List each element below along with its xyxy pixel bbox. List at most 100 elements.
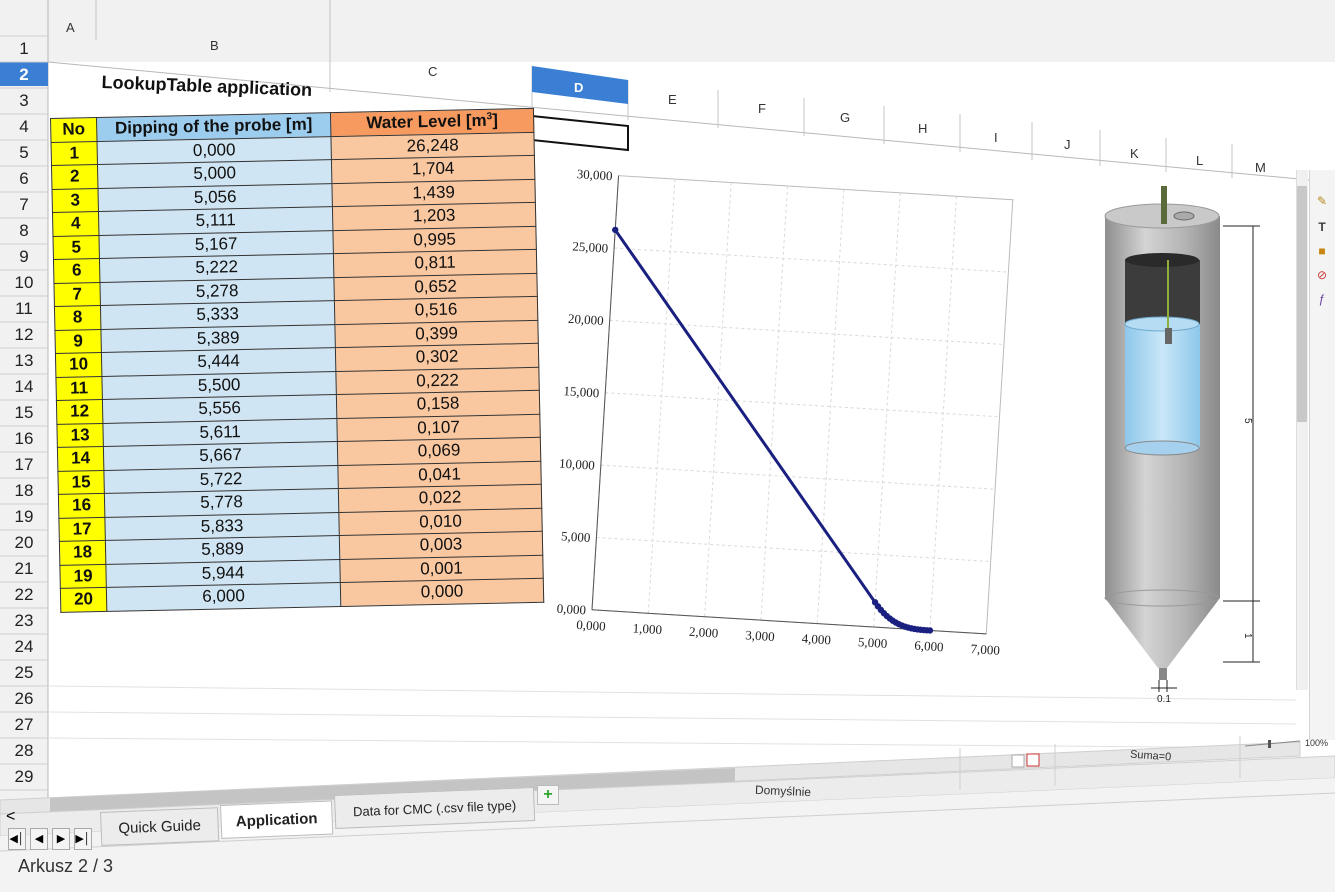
row-number[interactable]: 16 <box>0 429 48 449</box>
chart-x-tick-label: 4,000 <box>801 631 831 648</box>
cell-water-level[interactable]: 0,000 <box>340 578 544 607</box>
row-number[interactable]: 22 <box>0 585 48 605</box>
row-number[interactable]: 6 <box>0 169 48 189</box>
dim-height-label: 5 <box>1242 418 1253 424</box>
row-number[interactable]: 12 <box>0 325 48 345</box>
header-no[interactable]: No <box>50 117 97 142</box>
col-label-i[interactable]: I <box>994 130 998 145</box>
col-label-m[interactable]: M <box>1255 160 1266 175</box>
row-number[interactable]: 3 <box>0 91 48 111</box>
scroll-left-icon[interactable]: < <box>6 808 15 826</box>
row-number[interactable]: 8 <box>0 221 48 241</box>
row-number[interactable]: 20 <box>0 533 48 553</box>
cell-no[interactable]: 6 <box>53 258 100 283</box>
row-number[interactable]: 5 <box>0 143 48 163</box>
sidebar-toolbar: ✎ T ■ ⊘ ƒ <box>1309 170 1335 740</box>
properties-icon[interactable]: ✎ <box>1315 194 1329 208</box>
tab-quick-guide[interactable]: Quick Guide <box>100 807 220 846</box>
col-label-c[interactable]: C <box>428 64 437 79</box>
cell-no[interactable]: 5 <box>52 235 100 260</box>
chart-y-tick-label: 25,000 <box>572 238 609 255</box>
page-style-status[interactable]: Domyślnie <box>755 783 812 799</box>
first-sheet-icon[interactable]: ◀│ <box>8 828 26 850</box>
prev-sheet-icon[interactable]: ◀ <box>30 828 48 850</box>
cell-no[interactable]: 15 <box>57 469 105 495</box>
row-number[interactable]: 18 <box>0 481 48 501</box>
cell-no[interactable]: 20 <box>60 587 107 612</box>
row-number[interactable]: 2 <box>0 65 48 85</box>
col-label-l[interactable]: L <box>1196 153 1203 168</box>
cell-no[interactable]: 10 <box>55 352 102 377</box>
tank-water <box>1125 324 1200 448</box>
bottom-status-area <box>0 736 1335 892</box>
zoom-level[interactable]: 100% <box>1305 738 1328 748</box>
row-number[interactable]: 25 <box>0 663 48 683</box>
cell-no[interactable]: 4 <box>52 211 99 236</box>
col-label-e[interactable]: E <box>668 92 677 107</box>
row-number[interactable]: 7 <box>0 195 48 215</box>
row-number[interactable]: 9 <box>0 247 48 267</box>
cell-no[interactable]: 13 <box>56 422 104 448</box>
row-number[interactable]: 13 <box>0 351 48 371</box>
row-number[interactable]: 19 <box>0 507 48 527</box>
next-sheet-icon[interactable]: ▶ <box>52 828 70 850</box>
chart-x-tick-label: 5,000 <box>858 634 888 651</box>
navigator-icon[interactable]: ⊘ <box>1315 268 1329 282</box>
row-number[interactable]: 4 <box>0 117 48 137</box>
row-number[interactable]: 11 <box>0 299 48 319</box>
chart-y-tick-label: 5,000 <box>561 528 591 545</box>
cell-no[interactable]: 12 <box>56 399 103 424</box>
dim-cone-label: 1 <box>1242 633 1253 639</box>
chart-y-tick-label: 0,000 <box>556 601 586 618</box>
col-label-j[interactable]: J <box>1064 137 1071 152</box>
col-label-g[interactable]: G <box>840 110 850 125</box>
row-number[interactable]: 10 <box>0 273 48 293</box>
col-label-b[interactable]: B <box>210 38 219 53</box>
add-sheet-icon[interactable]: + <box>537 785 559 805</box>
row-number[interactable]: 23 <box>0 611 48 631</box>
functions-icon[interactable]: ƒ <box>1315 292 1329 306</box>
cell-no[interactable]: 3 <box>51 188 99 213</box>
cell-no[interactable]: 14 <box>57 446 104 471</box>
row-number[interactable]: 17 <box>0 455 48 475</box>
tank-diagram[interactable]: 5 1 0.1 <box>1095 178 1295 708</box>
cell-dipping[interactable]: 6,000 <box>106 582 341 611</box>
cell-no[interactable]: 18 <box>59 540 106 565</box>
sheet-position-status: Arkusz 2 / 3 <box>18 856 114 876</box>
styles-icon[interactable]: T <box>1315 220 1329 234</box>
doc-status-icon <box>1011 754 1025 768</box>
cell-no[interactable]: 1 <box>51 141 98 166</box>
row-number[interactable]: 14 <box>0 377 48 397</box>
row-number[interactable]: 1 <box>0 39 48 59</box>
gallery-icon[interactable]: ■ <box>1315 244 1329 258</box>
col-label-d[interactable]: D <box>574 80 583 95</box>
row-number[interactable]: 24 <box>0 637 48 657</box>
tab-application[interactable]: Application <box>220 800 334 839</box>
water-level-chart[interactable]: 0,000 1,000 2,000 3,000 4,000 5,000 6,000 7,000… <box>529 150 1089 691</box>
cell-no[interactable]: 17 <box>58 516 106 542</box>
chart-x-tick-label: 2,000 <box>689 624 719 641</box>
cell-no[interactable]: 7 <box>53 281 101 307</box>
cell-cursor <box>531 114 629 152</box>
cell-no[interactable]: 9 <box>54 328 102 354</box>
row-number[interactable]: 21 <box>0 559 48 579</box>
lookup-table: No Dipping of the probe [m] Water Level … <box>50 108 544 658</box>
cell-no[interactable]: 8 <box>54 305 101 330</box>
chart-y-tick-label: 15,000 <box>563 383 600 400</box>
cell-no[interactable]: 19 <box>59 563 107 589</box>
tank-cone <box>1105 598 1220 668</box>
cell-no[interactable]: 11 <box>55 375 103 401</box>
col-label-k[interactable]: K <box>1130 146 1139 161</box>
cell-no[interactable]: 16 <box>58 493 105 518</box>
col-label-h[interactable]: H <box>918 121 927 136</box>
col-label-f[interactable]: F <box>758 101 766 116</box>
chart-y-tick-label: 20,000 <box>568 311 605 328</box>
col-label-a[interactable]: A <box>66 20 75 35</box>
last-sheet-icon[interactable]: ▶│ <box>74 828 92 850</box>
header-water-level-close: ] <box>492 110 499 130</box>
vertical-scrollbar-thumb[interactable] <box>1297 186 1307 422</box>
cell-no[interactable]: 2 <box>51 164 98 189</box>
row-number[interactable]: 15 <box>0 403 48 423</box>
probe-rod <box>1161 186 1167 224</box>
save-status-icon <box>1026 753 1040 767</box>
